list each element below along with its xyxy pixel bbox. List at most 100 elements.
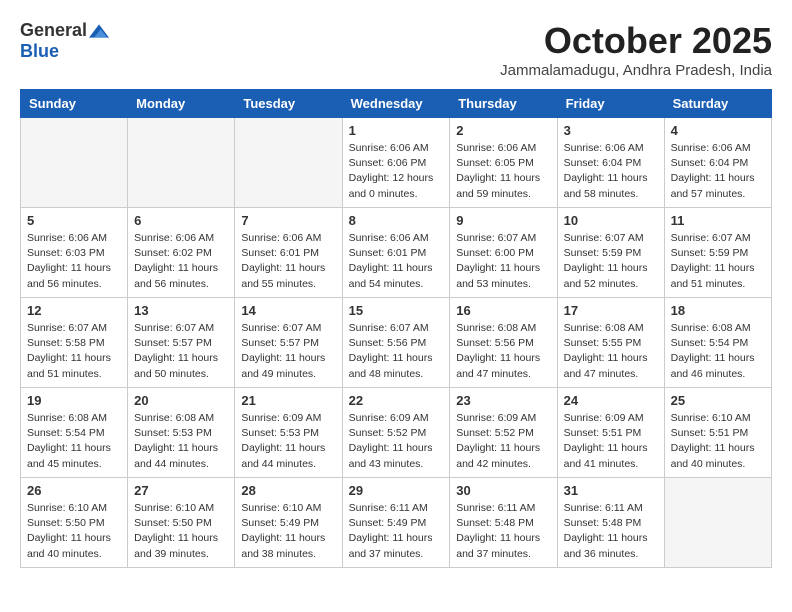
- calendar-cell: 14 Sunrise: 6:07 AM Sunset: 5:57 PM Dayli…: [235, 298, 342, 388]
- calendar-cell: [235, 118, 342, 208]
- calendar-cell: 19 Sunrise: 6:08 AM Sunset: 5:54 PM Dayli…: [21, 388, 128, 478]
- day-number: 28: [241, 483, 335, 498]
- calendar-cell: 21 Sunrise: 6:09 AM Sunset: 5:53 PM Dayli…: [235, 388, 342, 478]
- day-number: 23: [456, 393, 550, 408]
- day-header-thursday: Thursday: [450, 90, 557, 118]
- day-number: 17: [564, 303, 658, 318]
- day-number: 29: [349, 483, 444, 498]
- calendar-cell: 25Sunrise: 6:10 AM Sunset: 5:51 PM Dayli…: [664, 388, 771, 478]
- day-number: 8: [349, 213, 444, 228]
- calendar-table: SundayMondayTuesdayWednesdayThursdayFrid…: [20, 89, 772, 568]
- day-info: Sunrise: 6:11 AM Sunset: 5:48 PM Dayligh…: [564, 501, 658, 562]
- day-info: Sunrise: 6:07 AM Sunset: 6:00 PM Dayligh…: [456, 231, 550, 292]
- page-header: General Blue October 2025 Jammalamadugu,…: [20, 20, 772, 79]
- day-number: 14: [241, 303, 335, 318]
- day-info: Sunrise: 6:08 AM Sunset: 5:56 PM Dayligh…: [456, 321, 550, 382]
- title-block: October 2025 Jammalamadugu, Andhra Prade…: [500, 20, 772, 79]
- calendar-cell: 23 Sunrise: 6:09 AM Sunset: 5:52 PM Dayli…: [450, 388, 557, 478]
- day-number: 25: [671, 393, 765, 408]
- day-number: 24: [564, 393, 658, 408]
- day-header-monday: Monday: [128, 90, 235, 118]
- location-text: Jammalamadugu, Andhra Pradesh, India: [500, 62, 772, 79]
- calendar-header-row: SundayMondayTuesdayWednesdayThursdayFrid…: [21, 90, 772, 118]
- day-info: Sunrise: 6:06 AM Sunset: 6:06 PM Dayligh…: [349, 141, 444, 202]
- calendar-cell: 9 Sunrise: 6:07 AM Sunset: 6:00 PM Daylig…: [450, 208, 557, 298]
- day-info: Sunrise: 6:10 AM Sunset: 5:50 PM Dayligh…: [27, 501, 121, 562]
- day-info: Sunrise: 6:06 AM Sunset: 6:04 PM Dayligh…: [671, 141, 765, 202]
- day-number: 22: [349, 393, 444, 408]
- day-info: Sunrise: 6:07 AM Sunset: 5:57 PM Dayligh…: [241, 321, 335, 382]
- calendar-cell: 16Sunrise: 6:08 AM Sunset: 5:56 PM Dayli…: [450, 298, 557, 388]
- day-info: Sunrise: 6:08 AM Sunset: 5:54 PM Dayligh…: [27, 411, 121, 472]
- day-number: 19: [27, 393, 121, 408]
- day-info: Sunrise: 6:06 AM Sunset: 6:03 PM Dayligh…: [27, 231, 121, 292]
- calendar-cell: 10Sunrise: 6:07 AM Sunset: 5:59 PM Dayli…: [557, 208, 664, 298]
- day-info: Sunrise: 6:07 AM Sunset: 5:58 PM Dayligh…: [27, 321, 121, 382]
- calendar-week-4: 26Sunrise: 6:10 AM Sunset: 5:50 PM Dayli…: [21, 478, 772, 568]
- day-number: 9: [456, 213, 550, 228]
- day-number: 20: [134, 393, 228, 408]
- logo-blue-text: Blue: [20, 41, 59, 62]
- calendar-week-2: 12Sunrise: 6:07 AM Sunset: 5:58 PM Dayli…: [21, 298, 772, 388]
- day-header-tuesday: Tuesday: [235, 90, 342, 118]
- day-number: 27: [134, 483, 228, 498]
- calendar-cell: 26Sunrise: 6:10 AM Sunset: 5:50 PM Dayli…: [21, 478, 128, 568]
- day-info: Sunrise: 6:10 AM Sunset: 5:50 PM Dayligh…: [134, 501, 228, 562]
- day-number: 13: [134, 303, 228, 318]
- calendar-cell: [21, 118, 128, 208]
- day-info: Sunrise: 6:07 AM Sunset: 5:57 PM Dayligh…: [134, 321, 228, 382]
- calendar-cell: 8Sunrise: 6:06 AM Sunset: 6:01 PM Daylig…: [342, 208, 450, 298]
- day-number: 11: [671, 213, 765, 228]
- day-number: 21: [241, 393, 335, 408]
- logo-icon: [89, 21, 109, 41]
- day-header-friday: Friday: [557, 90, 664, 118]
- calendar-cell: 6Sunrise: 6:06 AM Sunset: 6:02 PM Daylig…: [128, 208, 235, 298]
- calendar-cell: 18 Sunrise: 6:08 AM Sunset: 5:54 PM Dayli…: [664, 298, 771, 388]
- day-info: Sunrise: 6:09 AM Sunset: 5:51 PM Dayligh…: [564, 411, 658, 472]
- calendar-week-3: 19 Sunrise: 6:08 AM Sunset: 5:54 PM Dayli…: [21, 388, 772, 478]
- calendar-week-1: 5 Sunrise: 6:06 AM Sunset: 6:03 PM Daylig…: [21, 208, 772, 298]
- calendar-cell: 22Sunrise: 6:09 AM Sunset: 5:52 PM Dayli…: [342, 388, 450, 478]
- calendar-cell: 1Sunrise: 6:06 AM Sunset: 6:06 PM Daylig…: [342, 118, 450, 208]
- day-info: Sunrise: 6:06 AM Sunset: 6:01 PM Dayligh…: [241, 231, 335, 292]
- calendar-cell: 11 Sunrise: 6:07 AM Sunset: 5:59 PM Dayli…: [664, 208, 771, 298]
- calendar-cell: 3Sunrise: 6:06 AM Sunset: 6:04 PM Daylig…: [557, 118, 664, 208]
- month-title: October 2025: [500, 20, 772, 62]
- day-number: 10: [564, 213, 658, 228]
- calendar-cell: [664, 478, 771, 568]
- day-info: Sunrise: 6:11 AM Sunset: 5:49 PM Dayligh…: [349, 501, 444, 562]
- day-info: Sunrise: 6:09 AM Sunset: 5:53 PM Dayligh…: [241, 411, 335, 472]
- day-info: Sunrise: 6:08 AM Sunset: 5:55 PM Dayligh…: [564, 321, 658, 382]
- day-info: Sunrise: 6:08 AM Sunset: 5:54 PM Dayligh…: [671, 321, 765, 382]
- day-info: Sunrise: 6:06 AM Sunset: 6:02 PM Dayligh…: [134, 231, 228, 292]
- day-number: 4: [671, 123, 765, 138]
- day-info: Sunrise: 6:07 AM Sunset: 5:59 PM Dayligh…: [671, 231, 765, 292]
- day-header-sunday: Sunday: [21, 90, 128, 118]
- calendar-cell: 28 Sunrise: 6:10 AM Sunset: 5:49 PM Dayli…: [235, 478, 342, 568]
- day-info: Sunrise: 6:06 AM Sunset: 6:05 PM Dayligh…: [456, 141, 550, 202]
- calendar-cell: 13 Sunrise: 6:07 AM Sunset: 5:57 PM Dayli…: [128, 298, 235, 388]
- calendar-cell: [128, 118, 235, 208]
- day-number: 18: [671, 303, 765, 318]
- day-number: 31: [564, 483, 658, 498]
- calendar-cell: 7 Sunrise: 6:06 AM Sunset: 6:01 PM Daylig…: [235, 208, 342, 298]
- calendar-cell: 30Sunrise: 6:11 AM Sunset: 5:48 PM Dayli…: [450, 478, 557, 568]
- logo: General Blue: [20, 20, 109, 62]
- day-number: 5: [27, 213, 121, 228]
- day-number: 15: [349, 303, 444, 318]
- day-header-wednesday: Wednesday: [342, 90, 450, 118]
- day-number: 7: [241, 213, 335, 228]
- calendar-cell: 15 Sunrise: 6:07 AM Sunset: 5:56 PM Dayli…: [342, 298, 450, 388]
- day-number: 2: [456, 123, 550, 138]
- day-info: Sunrise: 6:07 AM Sunset: 5:56 PM Dayligh…: [349, 321, 444, 382]
- calendar-cell: 31 Sunrise: 6:11 AM Sunset: 5:48 PM Dayli…: [557, 478, 664, 568]
- calendar-cell: 20Sunrise: 6:08 AM Sunset: 5:53 PM Dayli…: [128, 388, 235, 478]
- calendar-cell: 5 Sunrise: 6:06 AM Sunset: 6:03 PM Daylig…: [21, 208, 128, 298]
- day-info: Sunrise: 6:10 AM Sunset: 5:49 PM Dayligh…: [241, 501, 335, 562]
- day-info: Sunrise: 6:09 AM Sunset: 5:52 PM Dayligh…: [456, 411, 550, 472]
- day-header-saturday: Saturday: [664, 90, 771, 118]
- calendar-cell: 12Sunrise: 6:07 AM Sunset: 5:58 PM Dayli…: [21, 298, 128, 388]
- calendar-cell: 4 Sunrise: 6:06 AM Sunset: 6:04 PM Daylig…: [664, 118, 771, 208]
- day-info: Sunrise: 6:06 AM Sunset: 6:04 PM Dayligh…: [564, 141, 658, 202]
- calendar-cell: 17 Sunrise: 6:08 AM Sunset: 5:55 PM Dayli…: [557, 298, 664, 388]
